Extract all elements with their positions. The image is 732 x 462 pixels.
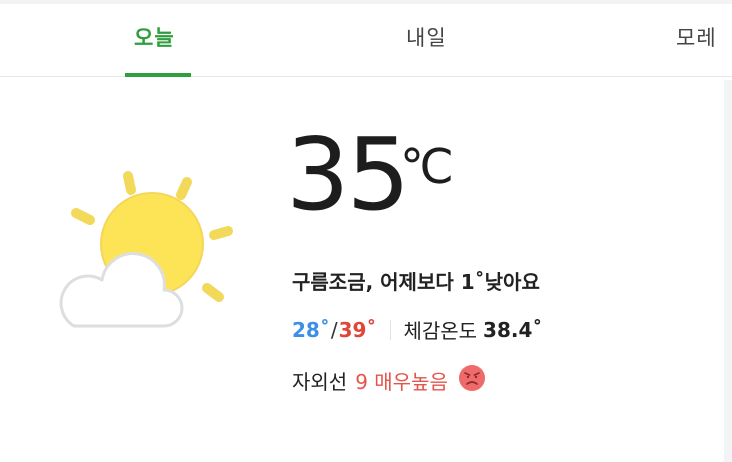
- feels-like-label: 체감온도: [403, 319, 478, 343]
- min-max-temperature: 28˚ / 39˚ 체감온도 38.4˚: [292, 315, 542, 344]
- divider: [390, 319, 392, 340]
- active-tab-indicator: [125, 73, 191, 77]
- day-tabs: 오늘 내일 모레: [0, 4, 732, 77]
- tab-day-after-tomorrow[interactable]: 모레: [676, 22, 717, 52]
- tab-tomorrow[interactable]: 내일: [406, 22, 447, 52]
- scrollbar[interactable]: [724, 80, 732, 462]
- weather-summary: 구름조금, 어제보다 1˚낮아요: [292, 270, 540, 294]
- angry-face-icon: [458, 364, 486, 397]
- uv-value: 9 매우높음: [355, 370, 448, 394]
- max-temperature: 39˚: [338, 317, 377, 342]
- feels-like-value: 38.4˚: [483, 317, 543, 342]
- tab-today[interactable]: 오늘: [134, 22, 175, 52]
- uv-index: 자외선 9 매우높음: [292, 364, 486, 397]
- temperature-separator: /: [330, 317, 338, 342]
- partly-cloudy-icon: [52, 160, 242, 344]
- current-temperature: 35: [286, 116, 410, 233]
- min-temperature: 28˚: [292, 317, 330, 342]
- uv-label: 자외선: [292, 370, 348, 394]
- temperature-unit: ℃: [400, 139, 454, 195]
